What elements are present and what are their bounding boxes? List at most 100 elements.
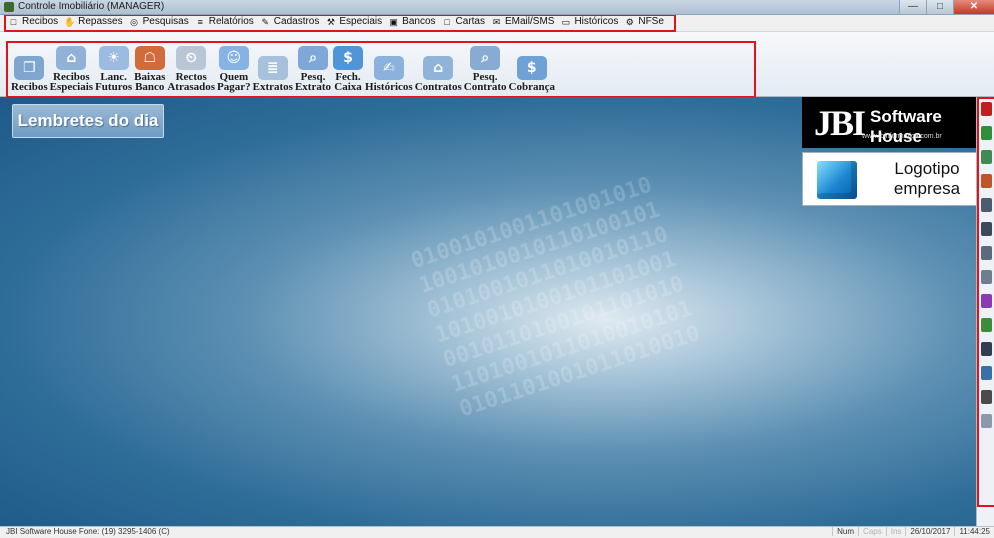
toolbar-button-label: Baixas Banco xyxy=(134,72,165,93)
reminders-button[interactable]: Lembretes do dia xyxy=(12,104,164,138)
toolbar-contratos-button[interactable]: ⌂ Contratos xyxy=(414,44,463,93)
menu-nfse[interactable]: ⚙ NFSe xyxy=(624,16,670,27)
exit-icon[interactable] xyxy=(981,102,992,116)
toolbar-button-label: Lanc. Futuros xyxy=(95,72,133,93)
toolbar-pesq-extrato-button[interactable]: ⌕ Pesq. Extrato xyxy=(294,44,332,93)
calendar-icon[interactable] xyxy=(981,174,992,188)
history-icon: ✍ xyxy=(373,56,404,80)
menu-label: NFSe xyxy=(638,16,664,27)
toolbar-pesq-contrato-button[interactable]: ⌕ Pesq. Contrato xyxy=(463,44,508,93)
menu-bancos[interactable]: ▣ Bancos xyxy=(388,16,441,27)
help-icon[interactable] xyxy=(981,126,992,140)
search-statement-icon: ⌕ xyxy=(297,46,328,70)
toolbar-extratos-button[interactable]: ≣ Extratos xyxy=(252,44,294,93)
toolbar-baixas-banco-button[interactable]: ☖ Baixas Banco xyxy=(133,44,166,93)
app-icon xyxy=(4,2,14,12)
menu-label: Históricos xyxy=(574,16,619,27)
company-logo-line1: Logotipo xyxy=(894,159,960,178)
menu-cadastros[interactable]: ✎ Cadastros xyxy=(260,16,326,27)
toolbar-fech-caixa-button[interactable]: $ Fech. Caixa xyxy=(332,44,364,93)
toolbar-hist-ricos-button[interactable]: ✍ Históricos xyxy=(364,44,414,93)
toolbar-rectos-atrasados-button[interactable]: ⏲ Rectos Atrasados xyxy=(166,44,216,93)
menu-cartas[interactable]: □ Cartas xyxy=(442,16,491,27)
background-digits: 0100101001101001010 1001010010110100101 … xyxy=(408,172,704,423)
report-icon: ≡ xyxy=(197,16,203,27)
doc-icon: □ xyxy=(444,16,450,27)
hand-icon: ✋ xyxy=(64,16,76,27)
toolbar-button-label: Contratos xyxy=(414,81,462,93)
toolbar: ❐ Recibos ⌂ Recibos Especiais ☀ Lanc. Futuros ☖ B… xyxy=(0,32,994,98)
maximize-button[interactable]: □ xyxy=(926,0,953,14)
company-logo-text: Logotipo empresa xyxy=(887,159,967,199)
toolbar-label-part: Especiais xyxy=(49,81,94,93)
toolbar-recibos-button[interactable]: ❐ Recibos xyxy=(10,44,49,93)
register-icon: ✎ xyxy=(261,16,270,27)
cube-icon xyxy=(817,161,857,199)
brand-name: Software House xyxy=(870,107,942,146)
toolbar-button-label: Pesq. Contrato xyxy=(464,72,507,93)
menu-label: Especiais xyxy=(339,16,383,27)
laptop-dollar-icon: $ xyxy=(516,56,547,80)
side-icons xyxy=(981,102,992,428)
menu-bar: □ Recibos ✋ Repasses ◎ Pesquisas ≡ Relatórios ✎ C… xyxy=(0,15,994,32)
window-title: Controle Imobiliário (MANAGER) xyxy=(18,1,165,12)
binoculars-icon: ◎ xyxy=(130,16,139,27)
remote-icon[interactable] xyxy=(981,414,992,428)
dollar-icon: $ xyxy=(333,46,364,70)
nfse-icon: ⚙ xyxy=(625,16,634,27)
status-left-text: JBI Software House Fone: (19) 3295-1406 … xyxy=(6,527,170,536)
doc-icon: □ xyxy=(10,16,17,27)
map-icon[interactable] xyxy=(981,150,992,164)
menu-label: Pesquisas xyxy=(142,16,189,27)
menu-label: Bancos xyxy=(402,16,436,27)
menu-label: Relatórios xyxy=(208,16,254,27)
toolbar-cobran-a-button[interactable]: $ Cobrança xyxy=(508,44,556,93)
status-time: 11:44:25 xyxy=(954,527,994,536)
main-desktop: 0100101001101001010 1001010010110100101 … xyxy=(0,97,976,526)
person-icon[interactable] xyxy=(981,342,992,356)
menu-especiais[interactable]: ⚒ Especiais xyxy=(325,16,388,27)
toolbar-label-part: Atrasados xyxy=(167,81,216,93)
menu-label: EMail/SMS xyxy=(504,16,555,27)
toolbar-button-label: Recibos Especiais xyxy=(49,72,94,93)
toolbar-button-label: Quem Pagar? xyxy=(217,72,251,93)
brand-url: www.jbinformatica.com.br xyxy=(862,133,942,140)
status-bar: JBI Software House Fone: (19) 3295-1406 … xyxy=(0,526,994,538)
toolbar-lanc-futuros-button[interactable]: ☀ Lanc. Futuros xyxy=(94,44,133,93)
menu-recibos[interactable]: □ Recibos xyxy=(8,16,64,27)
status-date: 26/10/2017 xyxy=(905,527,954,536)
bank-icon: ☖ xyxy=(134,46,165,70)
menu-email-sms[interactable]: ✉ EMail/SMS xyxy=(491,16,560,27)
chart-icon[interactable] xyxy=(981,318,992,332)
status-indicators: Num Caps Ins 26/10/2017 11:44:25 xyxy=(832,527,994,536)
monitor-icon: ▭ xyxy=(561,16,571,27)
toolbar-label-part: Banco xyxy=(135,81,165,93)
close-button[interactable]: ✕ xyxy=(953,0,994,14)
toolbar-label-part: Futuros xyxy=(95,81,133,93)
mail-icon: ✉ xyxy=(492,16,501,27)
car-icon[interactable] xyxy=(981,222,992,236)
minimize-button[interactable]: — xyxy=(899,0,926,14)
building-icon[interactable] xyxy=(981,294,992,308)
menu-hist-ricos[interactable]: ▭ Históricos xyxy=(560,16,624,27)
toolbar-button-label: Fech. Caixa xyxy=(334,72,362,93)
menu-repasses[interactable]: ✋ Repasses xyxy=(64,16,128,27)
table-icon[interactable] xyxy=(981,366,992,380)
caps-lock-indicator: Caps xyxy=(858,527,886,536)
menu-pesquisas[interactable]: ◎ Pesquisas xyxy=(129,16,195,27)
receipt-icon: ❐ xyxy=(14,56,45,80)
envelope-icon[interactable] xyxy=(981,246,992,260)
tools-icon: ⚒ xyxy=(326,16,335,27)
toolbar-button-label: Extratos xyxy=(252,81,293,93)
num-lock-indicator: Num xyxy=(832,527,858,536)
toolbar-label-part: Caixa xyxy=(334,81,362,93)
money-icon: ▣ xyxy=(389,16,398,27)
menu-label: Cartas xyxy=(455,16,485,27)
toolbar-recibos-especiais-button[interactable]: ⌂ Recibos Especiais xyxy=(49,44,94,93)
printer-icon[interactable] xyxy=(981,270,992,284)
people-group-icon[interactable] xyxy=(981,390,992,404)
calculator-icon[interactable] xyxy=(981,198,992,212)
toolbar-quem-pagar-button[interactable]: ☺ Quem Pagar? xyxy=(216,44,252,93)
company-logo-box: Logotipo empresa xyxy=(802,152,976,206)
menu-relat-rios[interactable]: ≡ Relatórios xyxy=(195,16,260,27)
